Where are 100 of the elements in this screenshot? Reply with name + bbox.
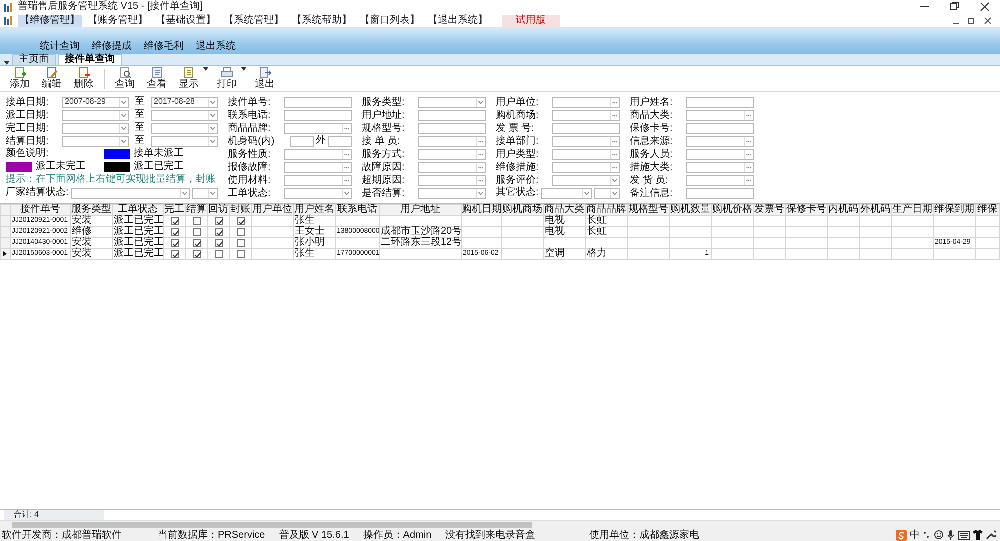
column-header[interactable]: 内机码: [828, 204, 860, 216]
query-button[interactable]: 查询: [111, 67, 139, 90]
print-button[interactable]: 打印: [213, 67, 241, 90]
edit-button[interactable]: 编辑: [38, 67, 66, 90]
checkbox[interactable]: [193, 228, 201, 236]
column-header[interactable]: 外机码: [860, 204, 892, 216]
checkbox[interactable]: [193, 217, 201, 225]
dropdown-field[interactable]: [540, 188, 592, 198]
checkbox[interactable]: [171, 250, 179, 258]
lookup-field[interactable]: [686, 174, 754, 186]
date-field[interactable]: [151, 122, 218, 134]
exit-button[interactable]: 退出: [251, 67, 279, 90]
dropdown-field[interactable]: [192, 188, 218, 198]
punctuation-icon[interactable]: [923, 530, 931, 540]
row-header[interactable]: [0, 248, 10, 260]
dropdown-field[interactable]: [70, 188, 190, 198]
microphone-icon[interactable]: [947, 530, 955, 540]
date-field[interactable]: 2007-08-29: [62, 96, 129, 108]
dropdown-field[interactable]: [418, 188, 486, 198]
ime-mode[interactable]: 中: [910, 530, 920, 540]
display-button[interactable]: 显示: [175, 67, 203, 90]
checkbox[interactable]: [215, 228, 223, 236]
menu-item[interactable]: 【账务管理】: [86, 14, 150, 26]
input-field[interactable]: [418, 122, 486, 134]
date-field[interactable]: [62, 136, 129, 146]
checkbox[interactable]: [237, 228, 245, 236]
input-field[interactable]: [284, 110, 352, 120]
checkbox[interactable]: [193, 250, 201, 258]
lookup-field[interactable]: [284, 148, 352, 160]
dropdown-field[interactable]: [284, 188, 352, 198]
column-header[interactable]: 工单状态: [112, 204, 164, 216]
ribbon-item[interactable]: 退出系统: [196, 41, 236, 52]
ribbon-item[interactable]: 维修毛利: [144, 41, 184, 52]
column-header[interactable]: 保修卡号: [786, 204, 828, 216]
input-field[interactable]: [686, 188, 754, 198]
view-button[interactable]: 查看: [143, 67, 171, 90]
lookup-field[interactable]: [552, 148, 620, 160]
column-header[interactable]: 规格型号: [628, 204, 670, 216]
checkbox[interactable]: [193, 239, 201, 247]
date-field[interactable]: 2017-08-28: [151, 96, 218, 108]
checkbox[interactable]: [171, 228, 179, 236]
horizontal-scrollbar[interactable]: [0, 520, 1000, 529]
menu-item[interactable]: 【基础设置】: [154, 14, 218, 26]
keyboard-icon[interactable]: [958, 530, 970, 540]
lookup-field[interactable]: [552, 110, 620, 120]
lookup-field[interactable]: [552, 136, 620, 146]
scrollbar-thumb[interactable]: [12, 522, 532, 528]
date-field[interactable]: [151, 110, 218, 120]
lookup-field[interactable]: [284, 174, 352, 186]
date-field[interactable]: [62, 110, 129, 120]
lookup-field[interactable]: [418, 162, 486, 172]
column-header[interactable]: 购机价格: [712, 204, 754, 216]
lookup-field[interactable]: [418, 148, 486, 160]
menu-item[interactable]: 【窗口列表】: [358, 14, 422, 26]
column-header[interactable]: 服务类型: [70, 204, 112, 216]
add-button[interactable]: 添加: [6, 67, 34, 90]
lookup-field[interactable]: [552, 96, 620, 108]
column-header[interactable]: 接件单号: [10, 204, 70, 216]
lookup-field[interactable]: [686, 148, 754, 160]
column-header[interactable]: 封账: [230, 204, 252, 216]
ribbon-item[interactable]: 统计查询: [40, 41, 80, 52]
lookup-field[interactable]: [552, 162, 620, 172]
input-field[interactable]: [284, 96, 352, 108]
input-field[interactable]: [290, 136, 314, 146]
tab[interactable]: 主页面: [12, 54, 56, 65]
column-header[interactable]: 发票号: [754, 204, 786, 216]
checkbox[interactable]: [215, 250, 223, 258]
menu-item[interactable]: 【退出系统】: [426, 14, 490, 26]
lookup-field[interactable]: [284, 122, 352, 134]
column-header[interactable]: 购机数量: [670, 204, 712, 216]
checkbox[interactable]: [237, 250, 245, 258]
dropdown-field[interactable]: [552, 174, 620, 186]
lookup-field[interactable]: [418, 136, 486, 146]
checkbox[interactable]: [237, 217, 245, 225]
delete-button[interactable]: 删除: [70, 67, 98, 90]
checkbox[interactable]: [215, 239, 223, 247]
lookup-field[interactable]: [686, 110, 754, 120]
lookup-field[interactable]: [418, 174, 486, 186]
column-header[interactable]: 联系电话: [336, 204, 380, 216]
restore-icon[interactable]: [968, 16, 976, 24]
menu-item[interactable]: 【系统帮助】: [290, 14, 354, 26]
lookup-field[interactable]: [686, 136, 754, 146]
ribbon-item[interactable]: 维修提成: [92, 41, 132, 52]
menu-item[interactable]: 【维修管理】: [18, 14, 82, 26]
input-field[interactable]: [686, 96, 754, 108]
checkbox[interactable]: [171, 217, 179, 225]
menu-item[interactable]: 【系统管理】: [222, 14, 286, 26]
input-field[interactable]: [686, 122, 754, 134]
date-field[interactable]: [62, 122, 129, 134]
input-field[interactable]: [328, 136, 352, 146]
lookup-field[interactable]: [686, 162, 754, 172]
dropdown-field[interactable]: [594, 188, 620, 198]
smiley-icon[interactable]: [934, 530, 944, 540]
caret-icon[interactable]: [4, 61, 10, 65]
checkbox[interactable]: [171, 239, 179, 247]
column-header[interactable]: 购机日期: [462, 204, 502, 216]
shirt-icon[interactable]: [973, 530, 983, 540]
checkbox[interactable]: [215, 217, 223, 225]
input-field[interactable]: [552, 122, 620, 134]
column-header[interactable]: 结算: [186, 204, 208, 216]
